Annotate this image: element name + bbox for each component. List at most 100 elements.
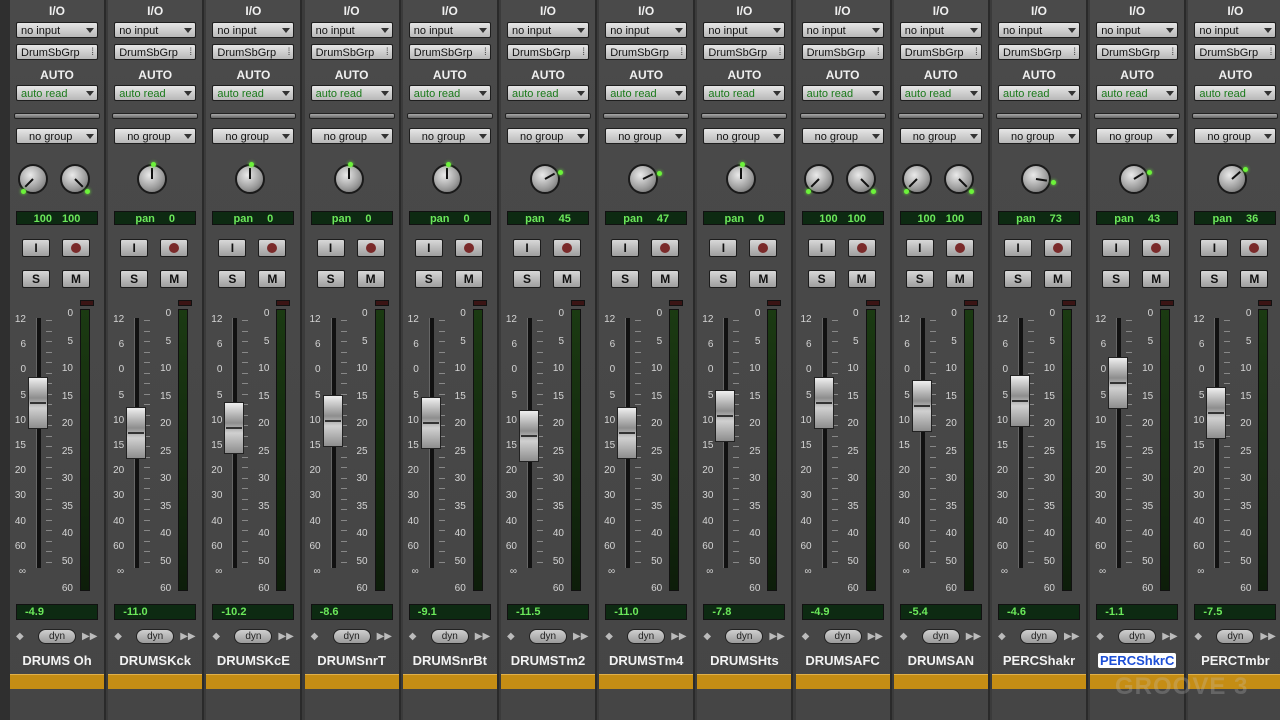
track-color-bar[interactable] <box>795 674 890 689</box>
volume-fader[interactable] <box>28 377 48 429</box>
pan-automation-icon[interactable]: ◆ <box>16 631 24 642</box>
pan-knob[interactable] <box>530 164 563 194</box>
expand-arrow-icon[interactable]: ▶▶ <box>671 631 686 642</box>
pan-readout[interactable]: pan 43 <box>1096 211 1179 225</box>
volume-readout[interactable]: -11.0 <box>605 604 688 620</box>
clip-indicator[interactable] <box>571 300 585 306</box>
pan-knob[interactable] <box>1119 164 1152 194</box>
expand-arrow-icon[interactable]: ▶▶ <box>1162 631 1177 642</box>
group-selector[interactable]: no group <box>605 128 688 144</box>
record-enable-button[interactable] <box>847 239 876 257</box>
automation-mode-selector[interactable]: auto read <box>998 85 1080 101</box>
volume-fader[interactable] <box>911 379 932 432</box>
pan-readout[interactable]: 100 100 <box>801 211 884 225</box>
dyn-button[interactable]: dyn <box>1118 629 1157 644</box>
volume-readout[interactable]: -1.1 <box>1096 604 1179 620</box>
dyn-button[interactable]: dyn <box>921 629 960 644</box>
group-selector[interactable]: no group <box>998 128 1080 144</box>
input-monitor-button[interactable]: I <box>709 239 738 257</box>
group-selector[interactable]: no group <box>507 128 589 144</box>
clip-indicator[interactable] <box>178 300 193 306</box>
clip-indicator[interactable] <box>472 300 487 306</box>
expand-arrow-icon[interactable]: ▶▶ <box>769 631 784 642</box>
output-selector[interactable]: DrumSbGrp ⁞ <box>212 44 295 60</box>
clip-indicator[interactable] <box>276 300 291 306</box>
clip-indicator[interactable] <box>80 300 94 306</box>
output-selector[interactable]: DrumSbGrp ⁞ <box>1194 44 1277 60</box>
input-monitor-button[interactable]: I <box>807 239 836 257</box>
track-color-bar[interactable] <box>893 674 988 689</box>
mute-button[interactable]: M <box>258 270 287 288</box>
dyn-button[interactable]: dyn <box>627 629 666 644</box>
clip-indicator[interactable] <box>865 300 880 306</box>
volume-fader[interactable] <box>1108 357 1129 409</box>
track-color-bar[interactable] <box>501 674 595 689</box>
dyn-button[interactable]: dyn <box>1216 629 1255 644</box>
input-selector[interactable]: no input <box>1096 22 1179 38</box>
pan-knob[interactable] <box>1021 164 1056 194</box>
input-selector[interactable]: no input <box>212 22 295 38</box>
volume-readout[interactable]: -7.8 <box>703 604 786 620</box>
record-enable-button[interactable] <box>356 239 385 257</box>
group-selector[interactable]: no group <box>899 128 982 144</box>
input-monitor-button[interactable]: I <box>513 239 541 257</box>
record-enable-button[interactable] <box>1142 239 1171 257</box>
dyn-button[interactable]: dyn <box>234 629 273 644</box>
group-selector[interactable]: no group <box>1194 128 1277 144</box>
pan-readout[interactable]: pan 0 <box>114 211 197 225</box>
pan-readout[interactable]: pan 0 <box>408 211 491 225</box>
track-name[interactable]: DRUMSKcE <box>206 651 300 670</box>
clip-indicator[interactable] <box>1160 300 1175 306</box>
pan-readout[interactable]: pan 45 <box>507 211 589 225</box>
output-selector[interactable]: DrumSbGrp ⁞ <box>899 44 982 60</box>
pan-readout[interactable]: pan 73 <box>998 211 1080 225</box>
output-selector[interactable]: DrumSbGrp ⁞ <box>310 44 393 60</box>
clip-indicator[interactable] <box>669 300 684 306</box>
volume-readout[interactable]: -11.5 <box>507 604 589 620</box>
solo-button[interactable]: S <box>1200 270 1229 288</box>
output-selector[interactable]: DrumSbGrp ⁞ <box>703 44 786 60</box>
expand-arrow-icon[interactable]: ▶▶ <box>1260 631 1275 642</box>
clip-indicator[interactable] <box>1258 300 1273 306</box>
output-selector[interactable]: DrumSbGrp ⁞ <box>408 44 491 60</box>
record-enable-button[interactable] <box>1044 239 1072 257</box>
solo-button[interactable]: S <box>709 270 738 288</box>
track-name[interactable]: DRUMSTm2 <box>501 651 595 670</box>
pan-knob[interactable] <box>137 162 168 194</box>
pan-readout[interactable]: pan 0 <box>212 211 295 225</box>
record-enable-button[interactable] <box>454 239 483 257</box>
track-color-bar[interactable] <box>599 674 694 689</box>
pan-automation-icon[interactable]: ◆ <box>1194 631 1202 642</box>
dyn-button[interactable]: dyn <box>38 629 76 644</box>
input-selector[interactable]: no input <box>16 22 98 38</box>
output-selector[interactable]: DrumSbGrp ⁞ <box>507 44 589 60</box>
pan-readout[interactable]: 100 100 <box>16 211 98 225</box>
output-selector[interactable]: DrumSbGrp ⁞ <box>1096 44 1179 60</box>
solo-button[interactable]: S <box>513 270 541 288</box>
input-monitor-button[interactable]: I <box>316 239 345 257</box>
mute-button[interactable]: M <box>651 270 680 288</box>
mute-button[interactable]: M <box>1240 270 1269 288</box>
clip-indicator[interactable] <box>1062 300 1076 306</box>
input-monitor-button[interactable]: I <box>22 239 50 257</box>
track-color-bar[interactable] <box>697 674 792 689</box>
volume-readout[interactable]: -4.9 <box>16 604 98 620</box>
input-monitor-button[interactable]: I <box>120 239 149 257</box>
volume-readout[interactable]: -8.6 <box>310 604 393 620</box>
pan-knob[interactable] <box>943 164 975 195</box>
input-monitor-button[interactable]: I <box>905 239 934 257</box>
track-color-bar[interactable] <box>10 674 104 689</box>
volume-fader[interactable] <box>715 389 736 442</box>
mute-button[interactable]: M <box>945 270 974 288</box>
solo-button[interactable]: S <box>1102 270 1131 288</box>
expand-arrow-icon[interactable]: ▶▶ <box>1064 631 1079 642</box>
input-monitor-button[interactable]: I <box>1200 239 1229 257</box>
pan-knob[interactable] <box>60 164 91 195</box>
automation-mode-selector[interactable]: auto read <box>114 85 197 101</box>
pan-automation-icon[interactable]: ◆ <box>900 631 908 642</box>
volume-readout[interactable]: -7.5 <box>1194 604 1277 620</box>
volume-fader[interactable] <box>126 407 147 459</box>
input-selector[interactable]: no input <box>703 22 786 38</box>
dyn-button[interactable]: dyn <box>430 629 469 644</box>
pan-readout[interactable]: pan 36 <box>1194 211 1277 225</box>
